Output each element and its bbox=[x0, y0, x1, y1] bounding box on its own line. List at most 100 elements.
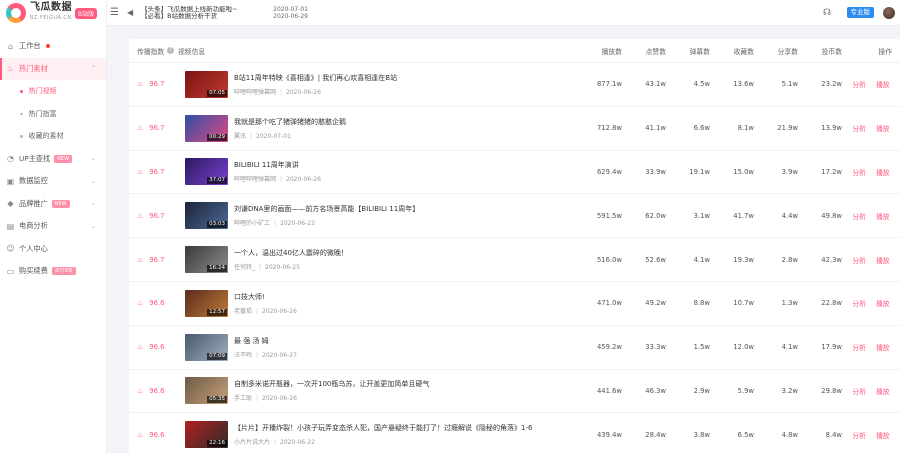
video-author[interactable]: 老番茄 bbox=[234, 308, 252, 315]
video-title[interactable]: B站11周年特映《喜相逢》| 我们再心欢喜相逢在B站 bbox=[234, 73, 397, 83]
avatar[interactable] bbox=[883, 6, 895, 19]
video-title[interactable]: 【片片】开播炸裂！小孩子玩弄变态杀人犯，国产悬疑终于能打了！过瘾解说《隐秘的角落… bbox=[234, 423, 532, 433]
pro-version-button[interactable]: 专业版 bbox=[846, 7, 874, 18]
chevron-down-icon: ⌄ bbox=[90, 155, 96, 163]
analyze-link[interactable]: 分析 bbox=[852, 386, 866, 396]
play-link[interactable]: 播放 bbox=[876, 255, 890, 265]
video-author[interactable]: 任何转_ bbox=[234, 264, 255, 271]
sidebar-item-workbench[interactable]: ⌂ 工作台 bbox=[0, 35, 106, 58]
play-link[interactable]: 播放 bbox=[876, 211, 890, 221]
video-thumbnail[interactable]: 16:24 bbox=[185, 246, 228, 274]
like-count: 43.1w bbox=[645, 80, 666, 89]
header-like[interactable]: 点赞数 bbox=[622, 46, 666, 56]
danmaku-count: 8.8w bbox=[693, 299, 710, 308]
sidebar: 飞瓜数据 BZ.FEIGUA.CN B站版 ⌂ 工作台 ♨ 热门素材 ⌃ 热门视… bbox=[0, 0, 107, 453]
header-play[interactable]: 播放数 bbox=[578, 46, 622, 56]
sidebar-item-ecommerce[interactable]: ▤ 电商分析 ⌄ bbox=[0, 215, 106, 238]
video-thumbnail[interactable]: 07:05 bbox=[185, 70, 228, 98]
video-duration: 12:57 bbox=[207, 308, 227, 316]
video-author[interactable]: 汪不鸣 bbox=[234, 352, 252, 359]
logo-mark-icon bbox=[6, 3, 26, 23]
help-icon[interactable]: ? bbox=[167, 47, 175, 54]
like-count: 41.1w bbox=[645, 124, 666, 133]
logo[interactable]: 飞瓜数据 BZ.FEIGUA.CN B站版 bbox=[0, 0, 106, 26]
table-row: ♨ 96.7 07:05 B站11周年特映《喜相逢》| 我们再心欢喜相逢在B站 哔哩哔哩… bbox=[129, 63, 900, 107]
sidebar-item-profile[interactable]: ☺ 个人中心 bbox=[0, 238, 106, 261]
play-link[interactable]: 播放 bbox=[876, 123, 890, 133]
share-count: 3.9w bbox=[781, 167, 798, 176]
play-link[interactable]: 播放 bbox=[876, 430, 890, 440]
header-coins[interactable]: 投币数 bbox=[798, 46, 842, 56]
favorite-count: 12.0w bbox=[733, 343, 754, 352]
video-title[interactable]: BILIBILI 11周年演讲 bbox=[234, 160, 321, 170]
video-title[interactable]: 自制多米诺开瓶器，一次开100瓶乌苏，让开盖更加简单且硬气 bbox=[234, 379, 429, 389]
sidebar-item-up-search[interactable]: ◔ UP主查找 NEW ⌄ bbox=[0, 148, 106, 171]
fire-icon: ♨ bbox=[137, 124, 144, 133]
analyze-link[interactable]: 分析 bbox=[852, 167, 866, 177]
video-date: 2020-07-01 bbox=[256, 132, 291, 140]
video-author[interactable]: 手工耿 bbox=[234, 395, 252, 402]
favorite-count: 6.5w bbox=[737, 430, 754, 439]
share-count: 1.3w bbox=[781, 299, 798, 308]
analyze-link[interactable]: 分析 bbox=[852, 430, 866, 440]
video-title[interactable]: 刘谦DNA里的画面——前方名场景高能【BILIBILI 11周年】 bbox=[234, 204, 419, 214]
play-count: 877.1w bbox=[596, 80, 622, 89]
video-author[interactable]: 哔哩哔哩弹幕网 bbox=[234, 89, 276, 96]
analyze-link[interactable]: 分析 bbox=[852, 79, 866, 89]
sidebar-subitem-favorites[interactable]: 收藏的素材 bbox=[0, 125, 106, 148]
sidebar-subitem-hot-index[interactable]: 热门指富 bbox=[0, 103, 106, 126]
sidebar-subitem-label: 热门指富 bbox=[28, 109, 57, 118]
video-title[interactable]: 一个人，温出过40亿人震碎的微晚！ bbox=[234, 248, 348, 258]
video-author[interactable]: 翼讯 bbox=[234, 133, 246, 140]
video-title[interactable]: 我就是那个吃了猪弹猪猪的憨憨企鹅 bbox=[234, 117, 346, 127]
video-title[interactable]: 最 强 汤 姆 bbox=[234, 336, 297, 346]
coin-count: 8.4w bbox=[825, 430, 842, 439]
sidebar-item-monitor[interactable]: ▣ 数据监控 ⌄ bbox=[0, 170, 106, 193]
video-author[interactable]: 哔哩的小矿工 bbox=[234, 220, 270, 227]
table-row: ♨ 96.7 37:07 BILIBILI 11周年演讲 哔哩哔哩弹幕网 | 2020-06… bbox=[129, 151, 900, 195]
video-duration: 37:07 bbox=[207, 177, 227, 185]
table-row: ♨ 96.7 16:24 一个人，温出过40亿人震碎的微晚！ 任何转_ | 2020-06-… bbox=[129, 238, 900, 282]
header-favorite[interactable]: 收藏数 bbox=[710, 46, 754, 56]
video-author[interactable]: 小片片说大片 bbox=[234, 439, 270, 446]
video-thumbnail[interactable]: 37:07 bbox=[185, 158, 228, 186]
headset-icon[interactable]: ☊ bbox=[823, 8, 831, 18]
play-link[interactable]: 播放 bbox=[876, 79, 890, 89]
analyze-link[interactable]: 分析 bbox=[852, 298, 866, 308]
table-row: ♨ 96.6 22:16 【片片】开播炸裂！小孩子玩弄变态杀人犯，国产悬疑终于能打了！… bbox=[129, 413, 900, 453]
chevron-down-icon: ⌄ bbox=[90, 200, 96, 208]
play-link[interactable]: 播放 bbox=[876, 167, 890, 177]
fire-icon: ♨ bbox=[137, 80, 144, 89]
video-thumbnail[interactable]: 03:03 bbox=[185, 202, 228, 230]
sidebar-item-purchase[interactable]: ▭ 购买续费 年付8折 bbox=[0, 260, 106, 283]
video-author[interactable]: 哔哩哔哩弹幕网 bbox=[234, 176, 276, 183]
video-thumbnail[interactable]: 22:16 bbox=[185, 421, 228, 449]
play-link[interactable]: 播放 bbox=[876, 298, 890, 308]
sidebar-subitem-label: 收藏的素材 bbox=[28, 132, 64, 141]
video-thumbnail[interactable]: 05:35 bbox=[185, 377, 228, 405]
analyze-link[interactable]: 分析 bbox=[852, 211, 866, 221]
video-thumbnail[interactable]: 00:29 bbox=[185, 114, 228, 142]
sidebar-item-brand[interactable]: ◆ 品牌推广 NEW ⌄ bbox=[0, 193, 106, 216]
share-count: 3.2w bbox=[781, 386, 798, 395]
sidebar-subitem-hot-videos[interactable]: 热门视频 bbox=[0, 80, 106, 103]
analyze-link[interactable]: 分析 bbox=[852, 342, 866, 352]
spread-index: 96.6 bbox=[149, 299, 165, 308]
play-link[interactable]: 播放 bbox=[876, 342, 890, 352]
header-share[interactable]: 分享数 bbox=[754, 46, 798, 56]
fire-icon: ♨ bbox=[137, 386, 144, 395]
play-link[interactable]: 播放 bbox=[876, 386, 890, 396]
play-count: 439.4w bbox=[596, 430, 622, 439]
header-index[interactable]: 传播指数 bbox=[137, 46, 164, 56]
header-danmaku[interactable]: 弹幕数 bbox=[666, 46, 710, 56]
analyze-link[interactable]: 分析 bbox=[852, 123, 866, 133]
sidebar-item-hot-material[interactable]: ♨ 热门素材 ⌃ bbox=[0, 57, 106, 80]
video-title[interactable]: 口技大师! bbox=[234, 292, 297, 302]
video-thumbnail[interactable]: 12:57 bbox=[185, 289, 228, 317]
video-thumbnail[interactable]: 07:09 bbox=[185, 333, 228, 361]
new-badge: NEW bbox=[51, 199, 70, 208]
menu-icon[interactable]: ☰ bbox=[110, 7, 119, 18]
chevron-down-icon: ⌄ bbox=[90, 177, 96, 185]
announcement-ticker[interactable]: 【头条】飞瓜数据上线新功能啦~ 【必看】B站数据分析干货 bbox=[141, 6, 251, 20]
analyze-link[interactable]: 分析 bbox=[852, 255, 866, 265]
